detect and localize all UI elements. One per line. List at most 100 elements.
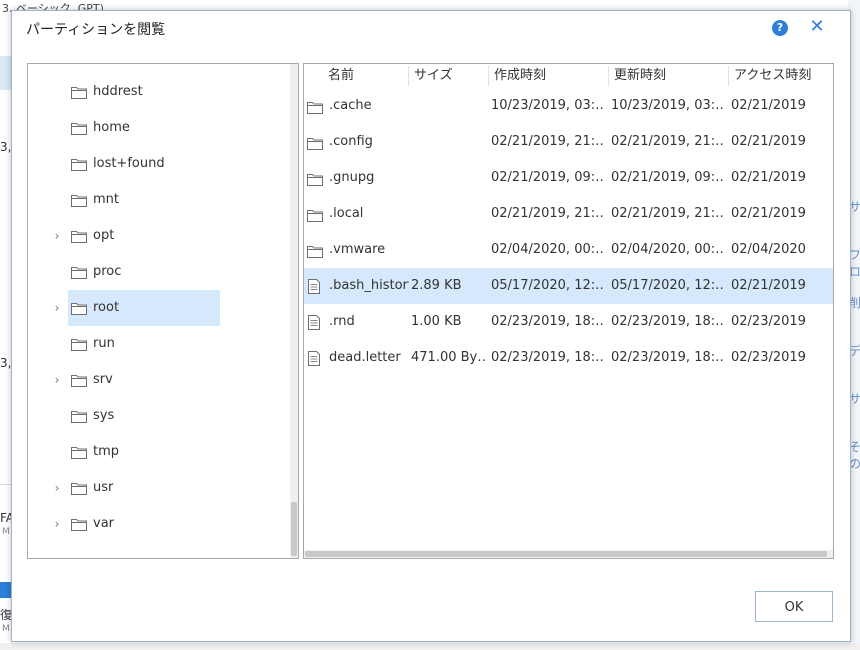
file-accessed-time: 02/21/2019 xyxy=(731,278,806,293)
file-accessed-time: 02/23/2019 xyxy=(731,314,806,329)
file-accessed-time: 02/04/2020 xyxy=(731,242,806,257)
background-divider xyxy=(0,484,11,485)
expand-chevron-icon[interactable]: › xyxy=(52,290,62,326)
file-row[interactable]: .vmware 02/04/2020, 00:… 02/04/2020, 00:… 0… xyxy=(304,232,833,268)
file-name: .gnupg xyxy=(329,170,375,185)
file-list[interactable]: 名前 サイズ 作成時刻 更新時刻 アクセス時刻 .cache 10/23/2019… xyxy=(303,63,834,559)
file-accessed-time: 02/23/2019 xyxy=(731,350,806,365)
dialog-title: パーティションを閲覧 xyxy=(26,22,166,38)
folder-icon xyxy=(307,207,323,222)
file-name: .vmware xyxy=(329,242,386,257)
tree-item-sys[interactable]: sys xyxy=(68,398,220,434)
file-accessed-time: 02/21/2019 xyxy=(731,170,806,185)
file-updated-time: 02/23/2019, 18:… xyxy=(611,314,723,329)
tree-item-label: opt xyxy=(93,228,115,243)
file-icon xyxy=(307,351,323,366)
file-row[interactable]: .gnupg 02/21/2019, 09:… 02/21/2019, 09:… 02… xyxy=(304,160,833,196)
file-created-time: 05/17/2020, 12:… xyxy=(491,278,603,293)
tree-scrollbar-thumb[interactable] xyxy=(291,502,297,556)
tree-item-tmp[interactable]: tmp xyxy=(68,434,220,470)
file-row[interactable]: .config 02/21/2019, 21:… 02/21/2019, 21:… 0… xyxy=(304,124,833,160)
help-icon[interactable]: ? xyxy=(772,20,788,36)
file-updated-time: 10/23/2019, 03:… xyxy=(611,98,723,113)
ok-button[interactable]: OK xyxy=(755,591,833,622)
file-created-time: 10/23/2019, 03:… xyxy=(491,98,603,113)
file-row[interactable]: .bash_history 2.89 KB 05/17/2020, 12:… 05/1… xyxy=(304,268,833,304)
folder-icon xyxy=(71,120,87,135)
expand-chevron-icon[interactable]: › xyxy=(52,470,62,506)
file-updated-time: 02/04/2020, 00:… xyxy=(611,242,723,257)
file-size: 1.00 KB xyxy=(411,314,462,329)
tree-item-lost-found[interactable]: lost+found xyxy=(68,146,220,182)
folder-icon xyxy=(71,84,87,99)
file-list-scrollbar-thumb[interactable] xyxy=(305,551,827,557)
file-created-time: 02/21/2019, 21:… xyxy=(491,134,603,149)
background-fragment: M xyxy=(2,527,10,537)
column-header-created[interactable]: 作成時刻 xyxy=(494,64,546,88)
expand-chevron-icon[interactable]: › xyxy=(52,218,62,254)
background-fragment: 3, xyxy=(0,356,12,370)
file-size: 2.89 KB xyxy=(411,278,462,293)
file-accessed-time: 02/21/2019 xyxy=(731,98,806,113)
tree-item-label: hddrest xyxy=(93,84,143,99)
background-app-bottom xyxy=(0,643,860,650)
tree-item-opt[interactable]: opt xyxy=(68,218,220,254)
expand-chevron-icon[interactable]: › xyxy=(52,506,62,542)
file-name: .rnd xyxy=(329,314,355,329)
file-row[interactable]: .cache 10/23/2019, 03:… 10/23/2019, 03:… 02… xyxy=(304,88,833,124)
file-created-time: 02/23/2019, 18:… xyxy=(491,350,603,365)
tree-item-root[interactable]: root xyxy=(68,290,220,326)
folder-icon xyxy=(71,516,87,531)
tree-item-label: usr xyxy=(93,480,114,495)
file-updated-time: 02/21/2019, 21:… xyxy=(611,206,723,221)
tree-item-mnt[interactable]: mnt xyxy=(68,182,220,218)
tree-item-label: var xyxy=(93,516,115,531)
tree-item-label: mnt xyxy=(93,192,119,207)
tree-item-label: proc xyxy=(93,264,122,279)
tree-item-label: sys xyxy=(93,408,115,423)
folder-icon xyxy=(71,264,87,279)
column-header-updated[interactable]: 更新時刻 xyxy=(614,64,666,88)
folder-icon xyxy=(71,228,87,243)
file-row[interactable]: .local 02/21/2019, 21:… 02/21/2019, 21:… 02… xyxy=(304,196,833,232)
tree-item-label: home xyxy=(93,120,130,135)
folder-icon xyxy=(71,444,87,459)
file-name: dead.letter xyxy=(329,350,401,365)
folder-icon xyxy=(71,408,87,423)
column-divider[interactable] xyxy=(408,66,409,86)
file-accessed-time: 02/21/2019 xyxy=(731,134,806,149)
tree-item-usr[interactable]: usr xyxy=(68,470,220,506)
column-header-size[interactable]: サイズ xyxy=(414,64,453,88)
file-updated-time: 02/23/2019, 18:… xyxy=(611,350,723,365)
tree-item-srv[interactable]: srv xyxy=(68,362,220,398)
tree-item-hddrest[interactable]: hddrest xyxy=(68,74,220,110)
column-divider[interactable] xyxy=(608,66,609,86)
folder-tree[interactable]: hddrest home lost+found mnt › opt proc › root run… xyxy=(27,63,299,559)
file-updated-time: 02/21/2019, 09:… xyxy=(611,170,723,185)
close-icon[interactable]: ✕ xyxy=(808,17,826,37)
column-header-name[interactable]: 名前 xyxy=(328,64,354,88)
folder-icon xyxy=(307,171,323,186)
file-updated-time: 02/21/2019, 21:… xyxy=(611,134,723,149)
tree-item-run[interactable]: run xyxy=(68,326,220,362)
folder-icon xyxy=(71,480,87,495)
folder-icon xyxy=(71,192,87,207)
file-name: .local xyxy=(329,206,364,221)
background-fragment: M xyxy=(2,624,10,634)
file-size: 471.00 By… xyxy=(411,350,485,365)
file-created-time: 02/21/2019, 21:… xyxy=(491,206,603,221)
column-header-accessed[interactable]: アクセス時刻 xyxy=(734,64,811,88)
file-created-time: 02/21/2019, 09:… xyxy=(491,170,603,185)
file-icon xyxy=(307,315,323,330)
column-divider[interactable] xyxy=(728,66,729,86)
folder-icon xyxy=(307,99,323,114)
file-row[interactable]: .rnd 1.00 KB 02/23/2019, 18:… 02/23/2019, 1… xyxy=(304,304,833,340)
tree-item-proc[interactable]: proc xyxy=(68,254,220,290)
file-row[interactable]: dead.letter 471.00 By… 02/23/2019, 18:… 02/… xyxy=(304,340,833,376)
tree-scrollbar[interactable] xyxy=(290,64,298,558)
expand-chevron-icon[interactable]: › xyxy=(52,362,62,398)
column-divider[interactable] xyxy=(488,66,489,86)
tree-item-var[interactable]: var xyxy=(68,506,220,542)
file-list-scrollbar[interactable] xyxy=(304,550,833,558)
tree-item-home[interactable]: home xyxy=(68,110,220,146)
